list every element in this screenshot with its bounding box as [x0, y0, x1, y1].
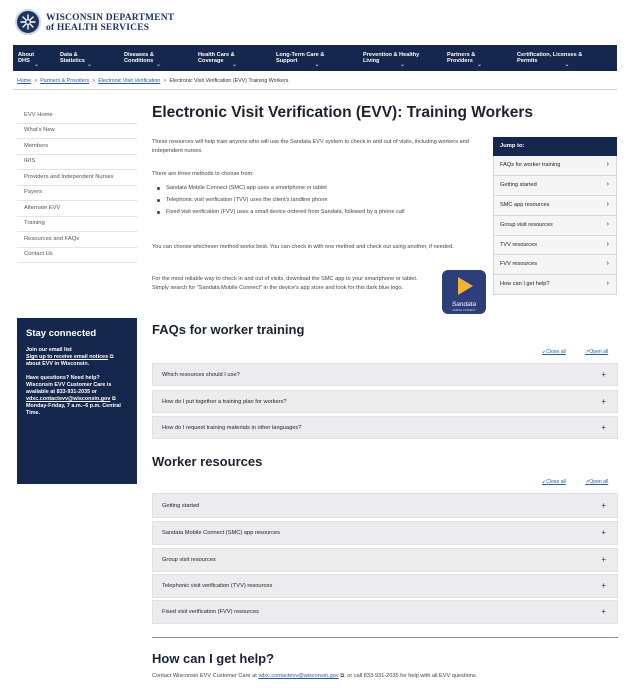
plus-icon: + — [601, 607, 606, 616]
resource-accordion-item[interactable]: Telephonic visit verification (TVV) reso… — [152, 574, 618, 598]
resource-accordion-item[interactable]: Fixed visit verification (FVV) resources… — [152, 600, 618, 624]
jump-link-fvv[interactable]: FVV resources › — [493, 255, 617, 276]
plus-icon: + — [601, 528, 606, 537]
jump-link-getting-started[interactable]: Getting started › — [493, 175, 617, 196]
dhs-logo-icon[interactable] — [15, 9, 41, 35]
plus-icon: + — [601, 581, 606, 590]
plus-icon: + — [601, 423, 606, 432]
jump-link-faqs[interactable]: FAQs for worker training › — [493, 156, 617, 176]
jump-link-tvv[interactable]: TVV resources › — [493, 235, 617, 256]
sidebar-item-providers[interactable]: Providers and Independent Nurses — [17, 170, 137, 186]
list-item: Sandata Mobile Connect (SMC) app uses a … — [156, 184, 476, 193]
nav-item-prevention-healthy-living[interactable]: Prevention & Healthy Living ⌄ — [358, 45, 442, 71]
stay-connected-title: Stay connected — [26, 328, 97, 339]
breadcrumb: Home > Partners & Providers > Electronic Vis… — [17, 78, 289, 84]
questions-heading: Have questions? Need help? — [26, 375, 100, 381]
breadcrumb-evv[interactable]: Electronic Visit Verification — [98, 78, 160, 84]
chevron-down-icon: ⌄ — [564, 61, 570, 68]
sidebar-item-iris[interactable]: IRIS — [17, 155, 137, 170]
list-item: Telephonic visit verification (TVV) uses… — [156, 196, 476, 205]
sidebar-item-evv-home[interactable]: EVV Home — [17, 108, 137, 124]
chevron-down-icon: ⌄ — [400, 61, 406, 68]
chevron-down-icon: ⌄ — [232, 61, 238, 68]
customer-care-email-link[interactable]: vdxc.contactevv@wisconsin.gov — [26, 396, 110, 402]
page-title: Electronic Visit Verification (EVV): Tra… — [152, 104, 534, 121]
chevron-right-icon: › — [606, 280, 609, 288]
jump-to-heading: Jump to: — [493, 137, 617, 156]
chevron-right-icon: › — [606, 260, 609, 268]
nav-item-partners-providers[interactable]: Partners & Providers ⌄ — [442, 45, 512, 71]
sidebar-item-payers[interactable]: Payers — [17, 186, 137, 201]
choose-method-text: You can choose whichever method works be… — [152, 244, 454, 250]
resource-accordion-item[interactable]: Group visit resources + — [152, 548, 618, 572]
nav-item-data-statistics[interactable]: Data & Statistics ⌄ — [55, 45, 119, 71]
chevron-down-icon: ⌄ — [34, 61, 40, 68]
methods-list: Sandata Mobile Connect (SMC) app uses a … — [156, 184, 476, 220]
intro-text: These resources will help train anyone w… — [152, 139, 469, 154]
sidebar-item-alternate-evv[interactable]: Alternate EVV — [17, 201, 137, 217]
resource-accordion-item[interactable]: Getting started + — [152, 493, 618, 518]
sidebar-item-resources-faqs[interactable]: Resources and FAQs — [17, 232, 137, 248]
chevron-down-icon: ⌄ — [314, 61, 320, 68]
breadcrumb-current: Electronic Visit Verification (EVV) Trai… — [169, 78, 289, 84]
resources-open-all-link[interactable]: ↗Open all — [585, 479, 608, 485]
plus-icon: + — [601, 370, 606, 379]
resources-close-all-link[interactable]: ↙Close all — [542, 479, 566, 485]
plus-icon: + — [601, 555, 606, 564]
stay-connected-box: Stay connected Join our email list Sign … — [17, 318, 137, 484]
email-signup-link[interactable]: Sign up to receive email notices — [26, 354, 108, 360]
section-divider — [152, 637, 618, 638]
faqs-title: FAQs for worker training — [152, 322, 305, 337]
main-nav: About DHS ⌄ Data & Statistics ⌄ Diseases &… — [13, 45, 617, 71]
methods-intro: There are three methods to choose from: — [152, 171, 254, 177]
resource-accordion-item[interactable]: Sandata Mobile Connect (SMC) app resourc… — [152, 521, 618, 545]
faq-accordion-item[interactable]: How do I request training materials in o… — [152, 416, 618, 439]
chevron-down-icon: ⌄ — [156, 61, 162, 68]
nav-item-diseases-conditions[interactable]: Diseases & Conditions ⌄ — [119, 45, 193, 71]
org-name[interactable]: WISCONSIN DEPARTMENT of HEALTH SERVICES — [46, 13, 174, 33]
help-email-link[interactable]: vdxc.contactevv@wisconsin.gov — [258, 673, 338, 679]
chevron-right-icon: › — [606, 161, 609, 168]
chevron-right-icon: › — [606, 180, 609, 188]
worker-resources-title: Worker resources — [152, 454, 263, 469]
nav-item-about-dhs[interactable]: About DHS ⌄ — [13, 45, 55, 71]
reliable-method-text: For the most reliable way to check in an… — [152, 276, 418, 291]
org-name-line1: WISCONSIN DEPARTMENT — [46, 13, 175, 23]
plus-icon: + — [601, 501, 606, 510]
email-list-heading: Join our email list — [26, 347, 72, 353]
breadcrumb-partners-providers[interactable]: Partners & Providers — [40, 78, 89, 84]
sandata-app-logo: Sandata MOBILE CONNECT — [442, 270, 486, 314]
breadcrumb-divider — [13, 89, 617, 90]
faqs-close-all-link[interactable]: ↙Close all — [542, 349, 566, 355]
nav-item-certification-licenses[interactable]: Certification, Licenses & Permits ⌄ — [512, 45, 617, 71]
nav-item-long-term-care[interactable]: Long-Term Care & Support ⌄ — [271, 45, 358, 71]
sidebar-item-members[interactable]: Members — [17, 139, 137, 155]
breadcrumb-home[interactable]: Home — [17, 78, 31, 84]
help-title: How can I get help? — [152, 651, 275, 666]
jump-to-box: Jump to: FAQs for worker training › Getti… — [493, 137, 617, 296]
list-item: Fixed visit verification (FVV) uses a sm… — [156, 208, 474, 217]
plus-icon: + — [601, 397, 606, 406]
sidebar-nav: EVV Home What's New Members IRIS Provide… — [17, 108, 137, 263]
faq-accordion-item[interactable]: Which resources should I use? + — [152, 363, 618, 386]
jump-link-help[interactable]: How can I get help? › — [493, 275, 617, 296]
faq-accordion-item[interactable]: How do I put together a training plan fo… — [152, 390, 618, 413]
site-header: WISCONSIN DEPARTMENT of HEALTH SERVICES — [0, 0, 629, 44]
sidebar-item-training[interactable]: Training — [17, 217, 137, 232]
help-text: Contact Wisconsin EVV Customer Care at v… — [152, 673, 478, 679]
sidebar-item-contact-us[interactable]: Contact Us — [17, 248, 137, 263]
jump-link-smc[interactable]: SMC app resources › — [493, 195, 617, 216]
org-name-line2: of HEALTH SERVICES — [46, 23, 150, 33]
jump-link-group-visit[interactable]: Group visit resources › — [493, 215, 617, 236]
chevron-right-icon: › — [606, 220, 609, 228]
sidebar-item-whats-new[interactable]: What's New — [17, 124, 137, 139]
chevron-right-icon: › — [606, 240, 609, 248]
external-link-icon: ⧉ — [111, 396, 116, 402]
chevron-down-icon: ⌄ — [87, 61, 93, 68]
nav-item-health-care-coverage[interactable]: Health Care & Coverage ⌄ — [193, 45, 271, 71]
chevron-down-icon: ⌄ — [477, 61, 483, 68]
chevron-right-icon: › — [606, 200, 609, 208]
faqs-open-all-link[interactable]: ↗Open all — [585, 349, 608, 355]
external-link-icon: ⧉ — [109, 354, 114, 360]
